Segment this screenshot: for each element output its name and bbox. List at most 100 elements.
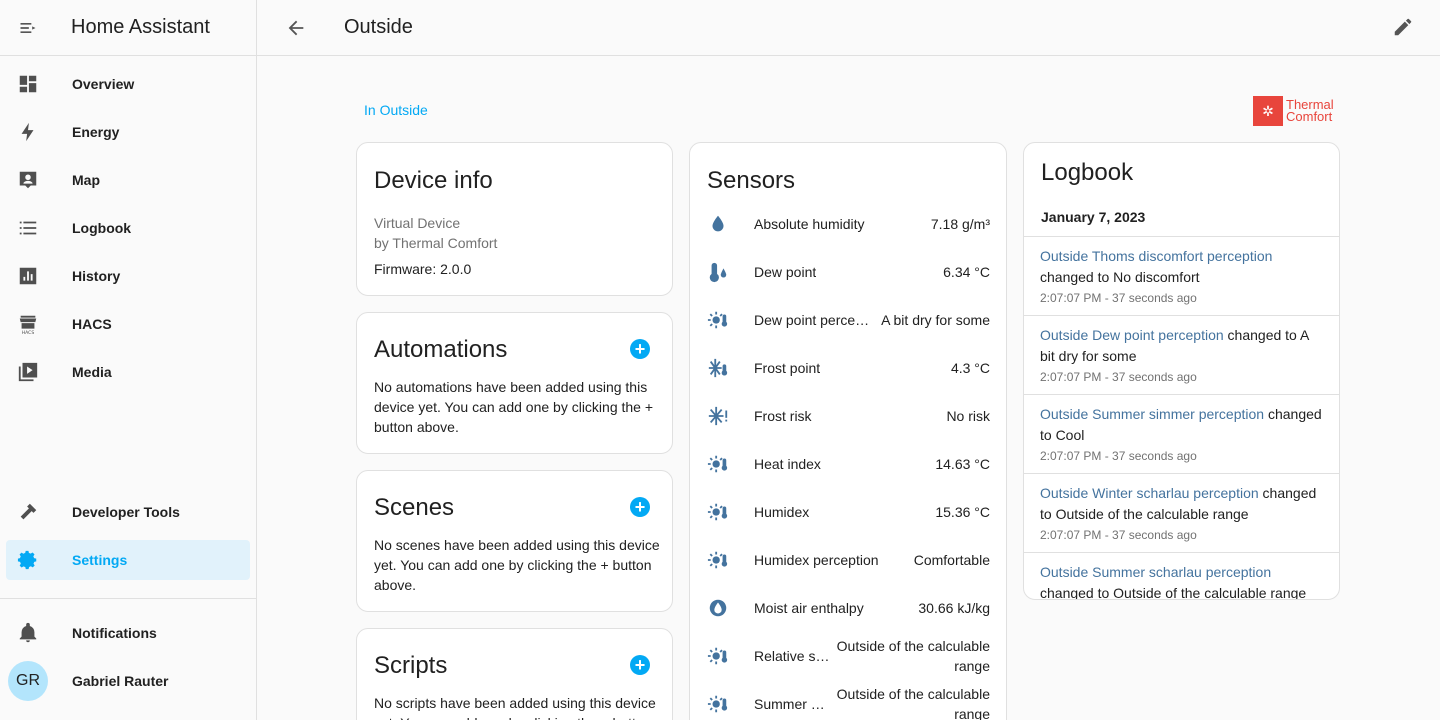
- sidebar-item-settings[interactable]: Settings: [6, 540, 250, 580]
- sidebar-item-media[interactable]: Media: [6, 352, 250, 392]
- add-automation-button[interactable]: +: [630, 339, 650, 359]
- sidebar-item-logbook[interactable]: Logbook: [6, 208, 250, 248]
- sidebar-divider: [0, 598, 256, 599]
- sun-thermometer-icon: [690, 549, 746, 571]
- gear-icon: [6, 549, 50, 571]
- logbook-entry: Outside Summer simmer perception changed…: [1024, 394, 1339, 473]
- chart-box-icon: [6, 265, 50, 287]
- logbook-card: Logbook January 7, 2023 Outside Thoms di…: [1023, 142, 1340, 600]
- sun-thermometer-icon: [690, 501, 746, 523]
- sidebar-item-hacs[interactable]: HACS HACS: [6, 304, 250, 344]
- sensor-row[interactable]: Dew point perce… A bit dry for some: [690, 296, 1006, 344]
- plus-icon: +: [634, 339, 646, 359]
- snowflake-alert-icon: [690, 405, 746, 427]
- sensor-value: 14.63 °C: [935, 456, 990, 472]
- sidebar: Home Assistant Overview Energy Map Logbo…: [0, 0, 257, 720]
- sidebar-item-label: History: [72, 268, 121, 284]
- sidebar-item-overview[interactable]: Overview: [6, 64, 250, 104]
- menu-collapse-icon: [20, 22, 36, 33]
- sensor-value: 30.66 kJ/kg: [918, 600, 990, 616]
- logbook-entity-link[interactable]: Outside Summer simmer perception: [1040, 406, 1264, 422]
- scripts-title: Scripts: [374, 652, 448, 679]
- scripts-empty-text: No scripts have been added using this de…: [374, 695, 656, 720]
- logbook-change: changed to No discomfort: [1040, 269, 1200, 285]
- sensor-row[interactable]: Humidex perception Comfortable: [690, 536, 1006, 584]
- sensor-name: Dew point perce…: [754, 312, 870, 328]
- sensor-row[interactable]: Summer … Outside of the calculable range: [690, 680, 1006, 720]
- avatar: GR: [8, 661, 48, 701]
- bell-icon: [6, 622, 50, 644]
- brand-name: Thermal Comfort: [1286, 98, 1334, 123]
- device-model: Virtual Device: [374, 215, 461, 231]
- scripts-card: Scripts + No scripts have been added usi…: [356, 628, 673, 720]
- logbook-time: 2:07:07 PM - 37 seconds ago: [1040, 449, 1197, 463]
- sidebar-item-label: Media: [72, 364, 112, 380]
- sensor-row[interactable]: Frost risk No risk: [690, 392, 1006, 440]
- plus-icon: +: [634, 497, 646, 517]
- sidebar-item-label: Notifications: [72, 625, 157, 641]
- automations-title: Automations: [374, 336, 508, 363]
- logbook-time: 2:07:07 PM - 37 seconds ago: [1040, 291, 1197, 305]
- sun-thermometer-icon: [690, 693, 746, 715]
- sensor-row[interactable]: Humidex 15.36 °C: [690, 488, 1006, 536]
- logbook-entry: Outside Summer scharlau perception chang…: [1024, 552, 1339, 600]
- hammer-icon: [6, 501, 50, 523]
- sensor-row[interactable]: Frost point 4.3 °C: [690, 344, 1006, 392]
- scenes-title: Scenes: [374, 494, 455, 521]
- automations-empty-text: No automations have been added using thi…: [374, 379, 654, 435]
- sensor-name: Frost point: [754, 360, 821, 376]
- sensor-row[interactable]: Absolute humidity 7.18 g/m³: [690, 200, 1006, 248]
- add-scene-button[interactable]: +: [630, 497, 650, 517]
- sensor-name: Dew point: [754, 264, 817, 280]
- sidebar-item-map[interactable]: Map: [6, 160, 250, 200]
- sensor-row[interactable]: Dew point 6.34 °C: [690, 248, 1006, 296]
- sidebar-item-history[interactable]: History: [6, 256, 250, 296]
- logbook-entity-link[interactable]: Outside Thoms discomfort perception: [1040, 248, 1272, 264]
- sun-thermometer-icon: [690, 645, 746, 667]
- water-circle-icon: [690, 597, 746, 619]
- back-button[interactable]: [257, 0, 335, 56]
- logbook-time: 2:07:07 PM - 37 seconds ago: [1040, 528, 1197, 542]
- sidebar-item-notifications[interactable]: Notifications: [6, 613, 250, 653]
- snowflake-thermometer-icon: [690, 357, 746, 379]
- sensor-value: 4.3 °C: [950, 360, 990, 376]
- menu-toggle-button[interactable]: [0, 0, 56, 56]
- automations-card: Automations + No automations have been a…: [356, 312, 673, 454]
- device-firmware: Firmware: 2.0.0: [374, 261, 472, 277]
- water-drop-icon: [690, 213, 746, 235]
- logbook-entity-link[interactable]: Outside Summer scharlau perception: [1040, 564, 1271, 580]
- scenes-empty-text: No scenes have been added using this dev…: [374, 537, 660, 593]
- sensors-card: Sensors Absolute humidity 7.18 g/m³ Dew po…: [689, 142, 1007, 720]
- sensor-row[interactable]: Relative s… Outside of the calculable ran…: [690, 632, 1006, 680]
- sidebar-header: Home Assistant: [0, 0, 256, 56]
- sidebar-item-energy[interactable]: Energy: [6, 112, 250, 152]
- sensor-value: Comfortable: [913, 552, 990, 568]
- logbook-time: 2:07:07 PM - 37 seconds ago: [1040, 370, 1197, 384]
- sensor-name: Heat index: [754, 456, 821, 472]
- sensor-row[interactable]: Moist air enthalpy 30.66 kJ/kg: [690, 584, 1006, 632]
- sidebar-item-user[interactable]: GR Gabriel Rauter: [6, 661, 250, 701]
- sensor-value: 6.34 °C: [943, 264, 990, 280]
- logbook-entry: Outside Thoms discomfort perception chan…: [1024, 236, 1339, 315]
- sensor-row[interactable]: Heat index 14.63 °C: [690, 440, 1006, 488]
- logbook-change: changed to Outside of the calculable ran…: [1040, 585, 1307, 600]
- area-link[interactable]: In Outside: [364, 102, 428, 118]
- add-script-button[interactable]: +: [630, 655, 650, 675]
- device-manufacturer: by Thermal Comfort: [374, 235, 498, 251]
- lightning-icon: [6, 121, 50, 143]
- media-icon: [6, 361, 50, 383]
- app-title: Home Assistant: [71, 16, 210, 38]
- sensor-value: No risk: [946, 408, 990, 424]
- scenes-card: Scenes + No scenes have been added using…: [356, 470, 673, 612]
- sidebar-item-developer-tools[interactable]: Developer Tools: [6, 492, 250, 532]
- logbook-entity-link[interactable]: Outside Winter scharlau perception: [1040, 485, 1259, 501]
- sun-thermometer-icon: [690, 453, 746, 475]
- sensor-value: Outside of the calculable range: [836, 638, 990, 674]
- hacs-icon: HACS: [6, 313, 50, 335]
- thermal-comfort-logo-icon: ✲: [1253, 96, 1283, 126]
- logbook-date: January 7, 2023: [1041, 209, 1146, 225]
- logbook-entity-link[interactable]: Outside Dew point perception: [1040, 327, 1224, 343]
- sensors-title: Sensors: [707, 167, 796, 194]
- sensor-name: Humidex: [754, 504, 810, 520]
- edit-button[interactable]: [1392, 16, 1414, 43]
